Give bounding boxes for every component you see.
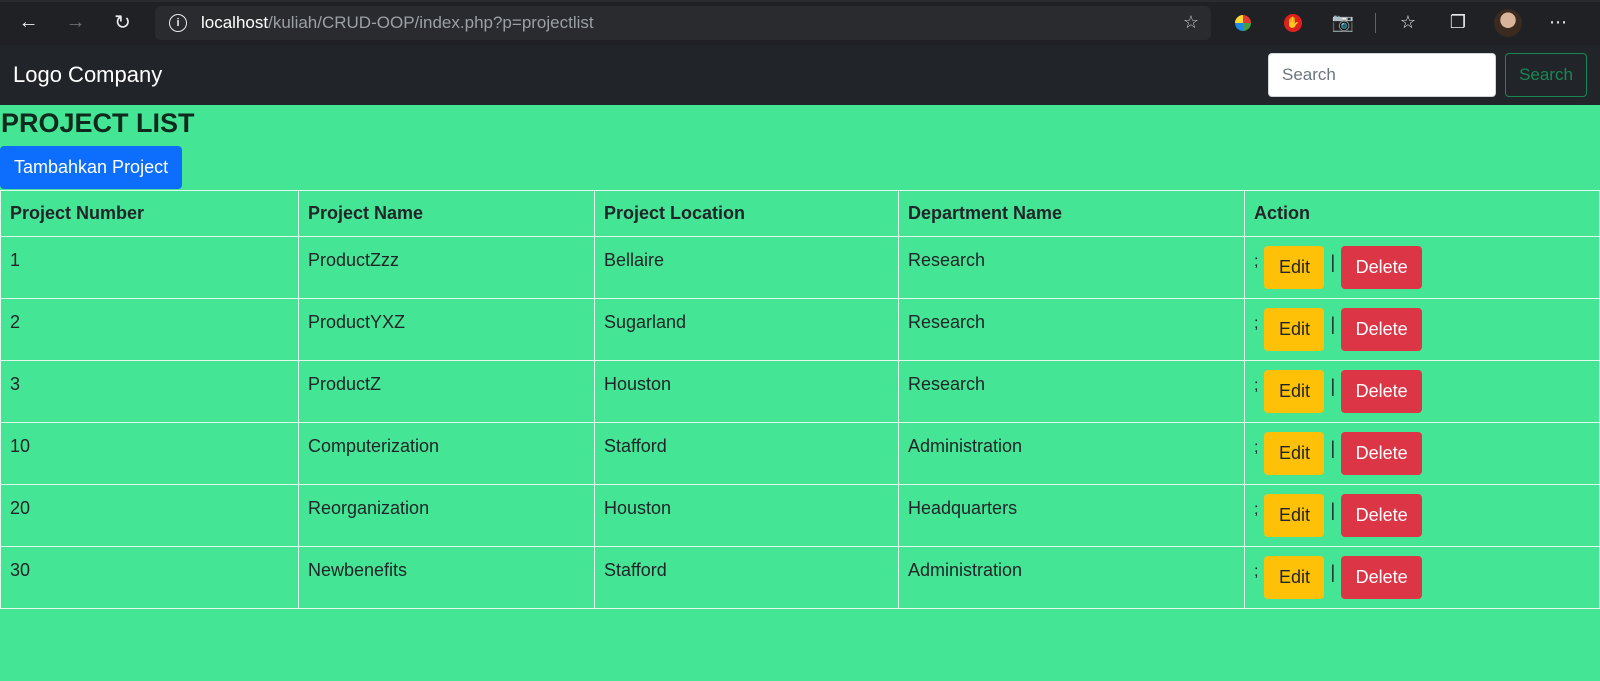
- cell-department-name: Headquarters: [898, 484, 1245, 547]
- edit-button[interactable]: Edit: [1264, 246, 1325, 289]
- cell-project-location: Stafford: [594, 422, 899, 485]
- table-row: 2 ProductYXZ Sugarland Research ; Edit | De…: [0, 298, 1600, 361]
- delete-button[interactable]: Delete: [1341, 494, 1423, 537]
- cell-department-name: Research: [898, 298, 1245, 361]
- action-separator: |: [1330, 376, 1336, 397]
- cell-project-number: 3: [0, 360, 299, 423]
- cell-action: ; Edit | Delete: [1244, 298, 1600, 361]
- extensions-area: ✋ 📷 ☆ ❐ ⋯: [1225, 6, 1590, 40]
- header-action: Action: [1244, 190, 1600, 237]
- action-separator: |: [1330, 252, 1336, 273]
- cell-action: ; Edit | Delete: [1244, 484, 1600, 547]
- url-host: localhost: [201, 12, 269, 32]
- delete-button[interactable]: Delete: [1341, 246, 1423, 289]
- profile-avatar[interactable]: [1490, 6, 1526, 40]
- action-separator: |: [1330, 562, 1336, 583]
- search-input[interactable]: [1268, 53, 1496, 97]
- cell-department-name: Research: [898, 360, 1245, 423]
- cell-action: ; Edit | Delete: [1244, 236, 1600, 299]
- edit-button[interactable]: Edit: [1264, 556, 1325, 599]
- page-title: PROJECT LIST: [1, 108, 195, 138]
- cell-project-number: 1: [0, 236, 299, 299]
- table-row: 1 ProductZzz Bellaire Research ; Edit | Del…: [0, 236, 1600, 299]
- search-form: Search: [1268, 53, 1587, 97]
- cell-project-number: 30: [0, 546, 299, 609]
- header-department-name: Department Name: [898, 190, 1245, 237]
- cell-project-name: Newbenefits: [298, 546, 595, 609]
- table-row: 10 Computerization Stafford Administrati…: [0, 422, 1600, 485]
- site-info-icon[interactable]: i: [169, 13, 187, 32]
- action-prefix: ;: [1254, 563, 1259, 581]
- address-bar[interactable]: i localhost/kuliah/CRUD-OOP/index.php?p=…: [155, 5, 1211, 40]
- cell-project-location: Sugarland: [594, 298, 899, 361]
- browser-toolbar: ← → ↻ i localhost/kuliah/CRUD-OOP/index.…: [0, 0, 1600, 45]
- table-row: 3 ProductZ Houston Research ; Edit | Delete: [0, 360, 1600, 423]
- action-separator: |: [1330, 314, 1336, 335]
- action-prefix: ;: [1254, 501, 1259, 519]
- action-separator: |: [1330, 500, 1336, 521]
- cell-action: ; Edit | Delete: [1244, 422, 1600, 485]
- cell-project-name: ProductYXZ: [298, 298, 595, 361]
- delete-button[interactable]: Delete: [1341, 432, 1423, 475]
- action-prefix: ;: [1254, 315, 1259, 333]
- reload-icon[interactable]: ↻: [104, 6, 141, 40]
- cell-project-number: 20: [0, 484, 299, 547]
- cell-project-name: Computerization: [298, 422, 595, 485]
- navbar: Logo Company Search: [0, 45, 1600, 105]
- delete-button[interactable]: Delete: [1341, 308, 1423, 351]
- cell-department-name: Administration: [898, 546, 1245, 609]
- color-extension-icon[interactable]: [1225, 6, 1261, 40]
- cell-project-number: 2: [0, 298, 299, 361]
- search-button[interactable]: Search: [1505, 53, 1587, 97]
- main-content: PROJECT LIST Tambahkan Project Project N…: [0, 105, 1600, 609]
- edit-button[interactable]: Edit: [1264, 494, 1325, 537]
- cell-action: ; Edit | Delete: [1244, 546, 1600, 609]
- header-project-name: Project Name: [298, 190, 595, 237]
- delete-button[interactable]: Delete: [1341, 370, 1423, 413]
- camera-icon[interactable]: 📷: [1325, 6, 1361, 40]
- back-arrow-icon[interactable]: ←: [10, 6, 47, 40]
- adblock-extension-icon[interactable]: ✋: [1275, 6, 1311, 40]
- brand-logo[interactable]: Logo Company: [13, 62, 162, 88]
- header-project-location: Project Location: [594, 190, 899, 237]
- table-row: 20 Reorganization Houston Headquarters ;…: [0, 484, 1600, 547]
- cell-project-location: Houston: [594, 360, 899, 423]
- cell-action: ; Edit | Delete: [1244, 360, 1600, 423]
- cell-project-location: Stafford: [594, 546, 899, 609]
- edit-button[interactable]: Edit: [1264, 370, 1325, 413]
- edit-button[interactable]: Edit: [1264, 308, 1325, 351]
- action-separator: |: [1330, 438, 1336, 459]
- action-prefix: ;: [1254, 253, 1259, 271]
- header-project-number: Project Number: [0, 190, 299, 237]
- more-menu-icon[interactable]: ⋯: [1540, 6, 1576, 40]
- cell-project-location: Bellaire: [594, 236, 899, 299]
- cell-department-name: Administration: [898, 422, 1245, 485]
- table-row: 30 Newbenefits Stafford Administration ;…: [0, 546, 1600, 609]
- action-prefix: ;: [1254, 377, 1259, 395]
- add-favorite-icon[interactable]: ☆: [1183, 12, 1199, 33]
- add-project-button[interactable]: Tambahkan Project: [0, 146, 183, 189]
- cell-project-name: ProductZzz: [298, 236, 595, 299]
- cell-project-name: ProductZ: [298, 360, 595, 423]
- forward-arrow-icon[interactable]: →: [57, 6, 94, 40]
- cell-project-number: 10: [0, 422, 299, 485]
- cell-project-name: Reorganization: [298, 484, 595, 547]
- action-prefix: ;: [1254, 439, 1259, 457]
- toolbar-separator: [1375, 12, 1376, 33]
- cell-department-name: Research: [898, 236, 1245, 299]
- url-path: /kuliah/CRUD-OOP/index.php?p=projectlist: [268, 12, 594, 32]
- tab-strip-edge: [0, 0, 1600, 2]
- favorites-icon[interactable]: ☆: [1390, 6, 1426, 40]
- project-table: Project Number Project Name Project Loca…: [0, 190, 1600, 609]
- edit-button[interactable]: Edit: [1264, 432, 1325, 475]
- collections-icon[interactable]: ❐: [1440, 6, 1476, 40]
- table-header-row: Project Number Project Name Project Loca…: [0, 190, 1600, 237]
- cell-project-location: Houston: [594, 484, 899, 547]
- delete-button[interactable]: Delete: [1341, 556, 1423, 599]
